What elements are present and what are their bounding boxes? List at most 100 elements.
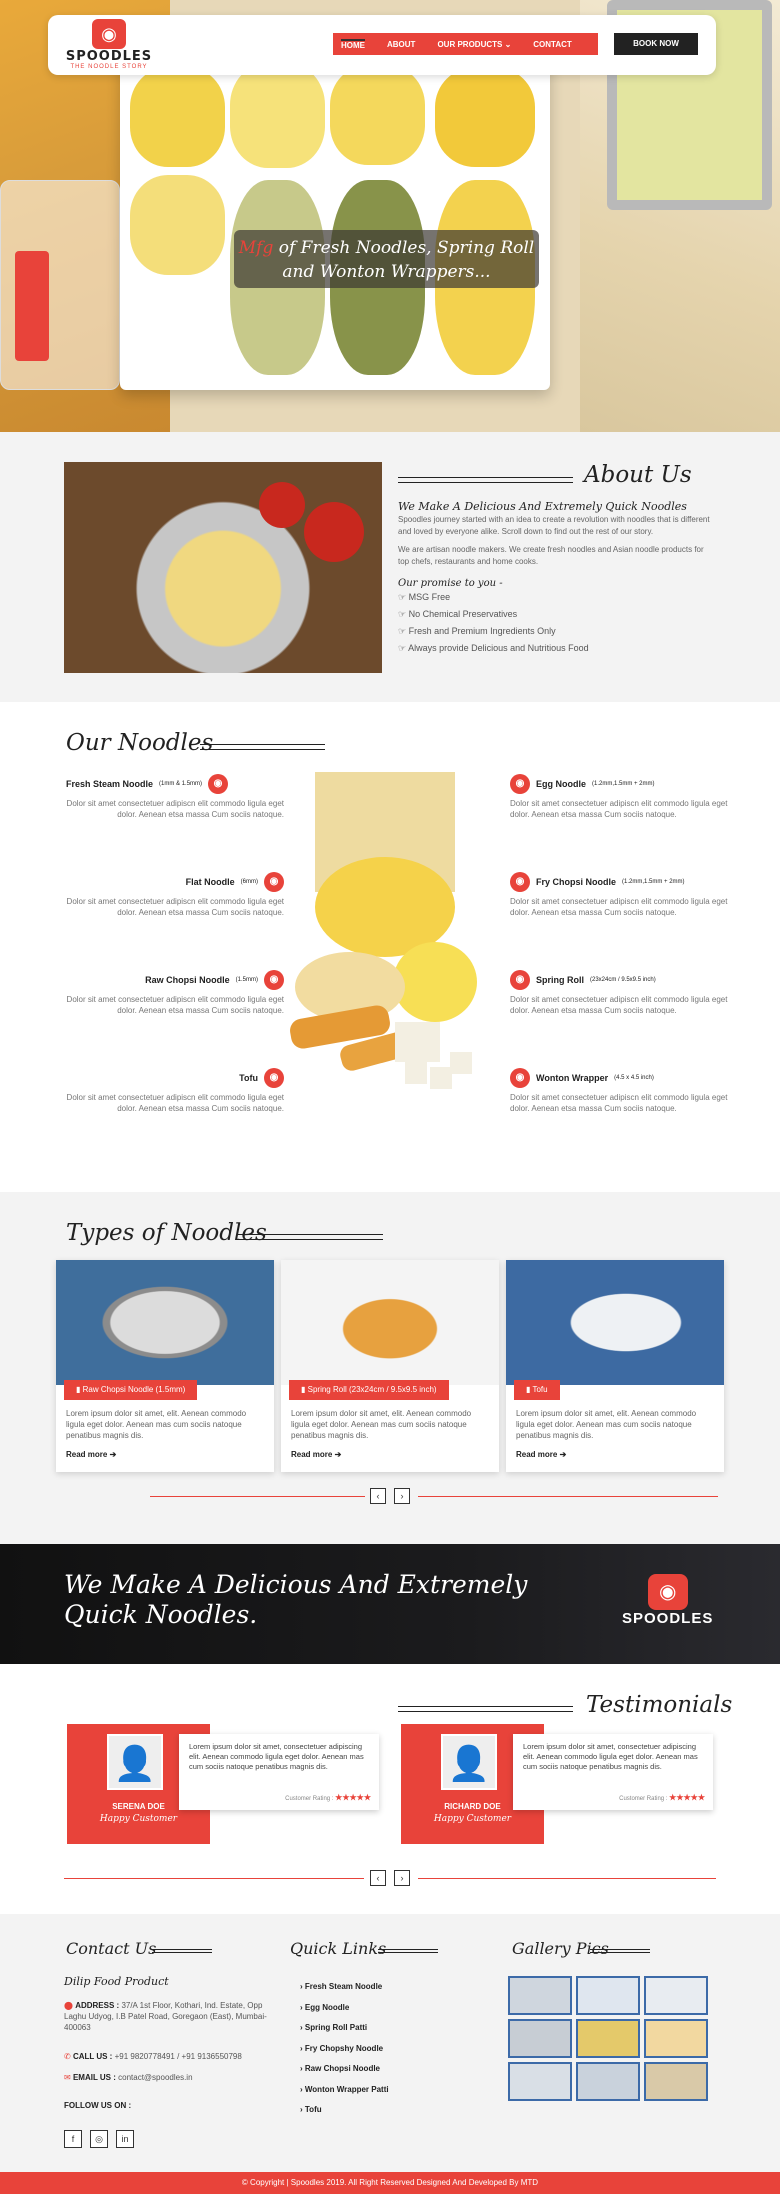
gallery-thumb[interactable] [644,1976,708,2015]
bowl-icon: ◉ [510,872,530,892]
main-nav: HOME ABOUT OUR PRODUCTS ⌄ CONTACT [333,33,598,55]
types-title: Types of Noodles [66,1220,267,1246]
product-card-label: ▮ Tofu [514,1380,560,1400]
instagram-icon[interactable]: ◎ [90,2130,108,2148]
title-divider [238,1234,383,1240]
chevron-down-icon: ⌄ [504,39,512,49]
noodle-item-spring-roll[interactable]: ◉ Spring Roll (23x24cm / 9.5x9.5 inch) Dol… [510,970,728,1016]
noodle-item-head: ◉ Fry Chopsi Noodle (1.2mm,1.5mm + 2mm) [510,872,728,892]
star-icon: ★★★★★ [669,1793,705,1802]
bowl-icon: ◉ [208,774,229,794]
noodles-assortment-image [290,772,477,1089]
customer-rating: Customer Rating : ★★★★★ [285,1793,371,1802]
noodle-item-desc: Dolor sit amet consectetuer adipiscn eli… [510,897,728,917]
about-title: About Us [584,462,692,488]
next-button[interactable]: › [394,1488,410,1504]
noodle-item-head: Tofu ◉ [66,1068,284,1088]
noodle-item-raw-chopsi[interactable]: Raw Chopsi Noodle (1.5mm) ◉ Dolor sit amet… [66,970,284,1016]
customer-rating: Customer Rating : ★★★★★ [619,1793,705,1802]
quick-links-title: Quick Links [290,1939,387,1958]
read-more-link[interactable]: Read more ➔ [66,1450,116,1459]
quick-link[interactable]: › Fresh Steam Noodle [300,1982,389,2003]
product-card[interactable]: ▮ Tofu Lorem ipsum dolor sit amet, elit.… [506,1260,724,1472]
noodle-item-head: Fresh Steam Noodle (1mm & 1.5mm) ◉ [66,774,284,794]
gallery-thumb[interactable] [508,2019,572,2058]
nav-our-products[interactable]: OUR PRODUCTS ⌄ [437,40,511,49]
banner-brand-name: SPOODLES [622,1610,714,1627]
avatar: 👤 [441,1734,497,1790]
read-more-link[interactable]: Read more ➔ [291,1450,341,1459]
noodle-item-desc: Dolor sit amet consectetuer adipiscn eli… [66,897,284,917]
divider-line [418,1496,718,1497]
bowl-icon: ◉ [510,970,530,990]
linkedin-icon[interactable]: in [116,2130,134,2148]
gallery-thumb[interactable] [576,2019,640,2058]
read-more-link[interactable]: Read more ➔ [516,1450,566,1459]
quick-link[interactable]: › Wonton Wrapper Patti [300,2085,389,2106]
bowl-icon: ◉ [92,19,126,49]
quick-links-list: › Fresh Steam Noodle › Egg Noodle › Spri… [300,1982,389,2126]
nav-our-products-label: OUR PRODUCTS [437,39,503,49]
nav-contact[interactable]: CONTACT [533,40,572,49]
noodle-item-fry-chopsi[interactable]: ◉ Fry Chopsi Noodle (1.2mm,1.5mm + 2mm) Do… [510,872,728,918]
about-paragraph-2: We are artisan noodle makers. We create … [398,545,704,566]
prev-button[interactable]: ‹ [370,1488,386,1504]
gallery-thumb[interactable] [576,1976,640,2015]
thumbs-up-icon: ☞ [398,592,409,602]
product-card[interactable]: ▮ Spring Roll (23x24cm / 9.5x9.5 inch) L… [281,1260,499,1472]
testimonials-title: Testimonials [586,1692,733,1718]
divider-line [150,1496,365,1497]
noodle-item-egg[interactable]: ◉ Egg Noodle (1.2mm,1.5mm + 2mm) Dolor sit… [510,774,728,820]
quick-link[interactable]: › Fry Chopshy Noodle [300,2044,389,2065]
social-links: f ◎ in [64,2130,134,2148]
our-noodles-title: Our Noodles [66,730,214,756]
gallery-thumb[interactable] [508,2062,572,2101]
product-card-text: Lorem ipsum dolor sit amet, elit. Aenean… [291,1409,472,1440]
promise-list: ☞ MSG Free ☞ No Chemical Preservatives ☞… [398,592,589,660]
nav-home[interactable]: HOME [341,38,365,50]
list-item: ☞ Fresh and Premium Ingredients Only [398,626,556,636]
product-card[interactable]: ▮ Raw Chopsi Noodle (1.5mm) Lorem ipsum … [56,1260,274,1472]
email[interactable]: ✉ EMAIL US : contact@spoodles.in [64,2072,274,2083]
list-item: ☞ Always provide Delicious and Nutritiou… [398,643,589,653]
noodle-item-desc: Dolor sit amet consectetuer adipiscn eli… [510,799,728,819]
company-name: Dilip Food Product [64,1975,169,1988]
facebook-icon[interactable]: f [64,2130,82,2148]
bowl-icon: ◉ [510,774,530,794]
about-photo-colander [64,462,382,673]
quick-link[interactable]: › Tofu [300,2105,389,2126]
gallery-thumb[interactable] [644,2019,708,2058]
promo-banner: We Make A Delicious And Extremely Quick … [0,1544,780,1664]
arrow-right-icon: ➔ [109,1450,117,1459]
noodle-tray-image [120,55,550,390]
bowl-icon: ◉ [510,1068,530,1088]
carousel-pager: ‹ › [370,1488,410,1504]
phone[interactable]: ✆ CALL US : +91 9820778491 / +91 9136550… [64,2051,274,2062]
title-divider [398,1706,573,1712]
quick-link[interactable]: › Spring Roll Patti [300,2023,389,2044]
noodle-item-wonton[interactable]: ◉ Wonton Wrapper (4.5 x 4.5 inch) Dolor si… [510,1068,728,1114]
prev-button[interactable]: ‹ [370,1870,386,1886]
gallery-thumb[interactable] [644,2062,708,2101]
next-button[interactable]: › [394,1870,410,1886]
gallery-thumb[interactable] [576,2062,640,2101]
noodle-item-head: ◉ Wonton Wrapper (4.5 x 4.5 inch) [510,1068,728,1088]
address: ⬤ ADDRESS : 37/A 1st Floor, Kothari, Ind… [64,2001,267,2032]
nav-about[interactable]: ABOUT [387,40,415,49]
list-item: ☞ No Chemical Preservatives [398,609,518,619]
customer-role: Happy Customer [433,1814,512,1824]
quick-link[interactable]: › Egg Noodle [300,2003,389,2024]
tag-icon: ▮ [301,1385,308,1394]
noodle-item-head: Raw Chopsi Noodle (1.5mm) ◉ [66,970,284,990]
noodle-item-tofu[interactable]: Tofu ◉ Dolor sit amet consectetuer adipis… [66,1068,284,1114]
carousel-pager: ‹ › [370,1870,410,1886]
noodle-item-fresh-steam[interactable]: Fresh Steam Noodle (1mm & 1.5mm) ◉ Dolor s… [66,774,284,820]
gallery-thumb[interactable] [508,1976,572,2015]
brand-logo[interactable]: ◉ SPOODLES THE NOODLE STORY [64,19,154,71]
book-now-button[interactable]: BOOK NOW [614,33,698,55]
quick-link[interactable]: › Raw Chopsi Noodle [300,2064,389,2085]
gallery-grid [508,1976,716,2101]
noodle-item-desc: Dolor sit amet consectetuer adipiscn eli… [66,995,284,1015]
noodle-item-flat[interactable]: Flat Noodle (6mm) ◉ Dolor sit amet consect… [66,872,284,918]
brand-tagline: THE NOODLE STORY [70,64,148,70]
